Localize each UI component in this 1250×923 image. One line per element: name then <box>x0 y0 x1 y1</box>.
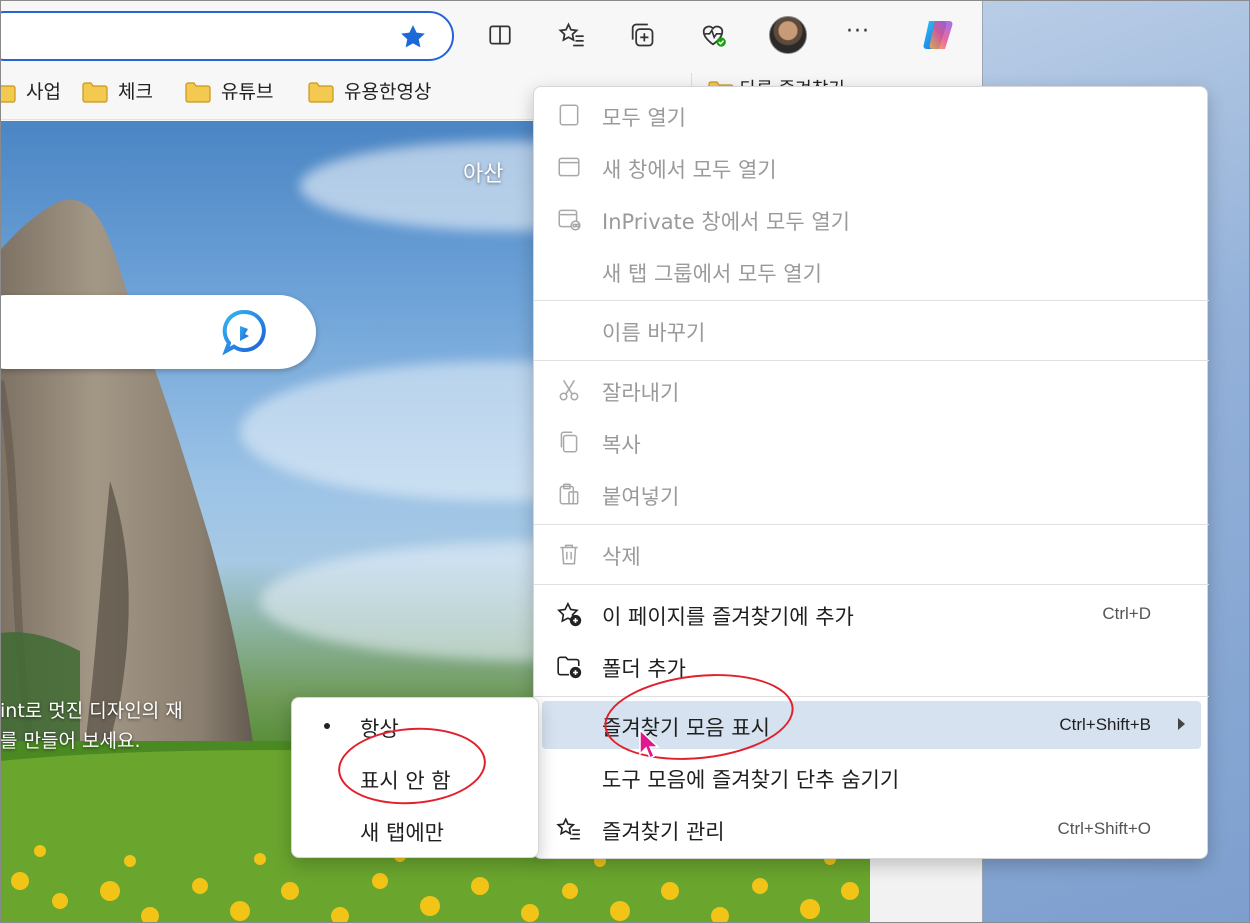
collections-icon[interactable] <box>622 15 662 55</box>
menu-copy[interactable]: 복사 <box>534 417 1209 467</box>
more-icon[interactable]: ··· <box>846 19 870 44</box>
menu-shortcut: Ctrl+Shift+B <box>1059 715 1151 734</box>
menu-item-label: 붙여넣기 <box>602 485 680 509</box>
folder-icon <box>82 81 108 103</box>
menu-rename[interactable]: 이름 바꾸기 <box>534 305 1209 355</box>
folder-icon <box>0 81 16 103</box>
menu-item-label: 이 페이지를 즐겨찾기에 추가 <box>602 605 854 629</box>
favorite-folder-label: 유용한영상 <box>344 81 432 103</box>
menu-item-label: 새 창에서 모두 열기 <box>602 158 777 182</box>
menu-paste[interactable]: 붙여넣기 <box>534 469 1209 519</box>
menu-shortcut: Ctrl+D <box>1102 604 1151 623</box>
menu-separator <box>534 360 1209 361</box>
address-bar[interactable] <box>0 11 454 61</box>
copilot-icon[interactable] <box>917 13 961 57</box>
favorite-folder-business[interactable]: 사업 <box>0 77 61 104</box>
submenu-new-tab-only[interactable]: 새 탭에만 <box>292 805 540 855</box>
bing-search-box[interactable] <box>0 295 316 369</box>
weather-location[interactable]: 아산 <box>463 156 503 188</box>
menu-item-label: 도구 모음에 즐겨찾기 단추 숨기기 <box>602 768 900 792</box>
menu-item-label: 즐겨찾기 관리 <box>602 820 725 844</box>
favorite-folder-label: 사업 <box>26 81 61 103</box>
page-icon <box>556 102 582 128</box>
favorite-star-icon[interactable] <box>398 22 432 52</box>
menu-delete[interactable]: 삭제 <box>534 529 1209 579</box>
copy-icon <box>556 429 582 455</box>
menu-add-folder[interactable]: 폴더 추가 <box>534 641 1209 691</box>
browser-toolbar: ··· <box>0 0 982 70</box>
add-folder-icon <box>556 653 582 679</box>
favorite-folder-useful-videos[interactable]: 유용한영상 <box>308 77 431 104</box>
favorite-folder-label: 유튜브 <box>221 81 274 103</box>
menu-item-label: 삭제 <box>602 545 641 569</box>
menu-item-label: 이름 바꾸기 <box>602 321 706 345</box>
menu-item-label: InPrivate 창에서 모두 열기 <box>602 210 850 234</box>
promo-text[interactable]: int로 멋진 디자인의 재 를 만들어 보세요. <box>0 696 183 756</box>
menu-open-all[interactable]: 모두 열기 <box>534 90 1209 140</box>
window-icon <box>556 154 582 180</box>
trash-icon <box>556 541 582 567</box>
menu-separator <box>534 300 1209 301</box>
submenu-item-label: 새 탭에만 <box>360 821 444 845</box>
favorite-folder-youtube[interactable]: 유튜브 <box>185 77 273 104</box>
menu-item-label: 복사 <box>602 433 641 457</box>
chevron-right-icon <box>1178 718 1185 730</box>
menu-cut[interactable]: 잘라내기 <box>534 365 1209 415</box>
menu-open-all-new-window[interactable]: 새 창에서 모두 열기 <box>534 142 1209 192</box>
folder-icon <box>185 81 211 103</box>
mouse-cursor-icon <box>639 728 660 760</box>
promo-line: 를 만들어 보세요. <box>0 730 141 752</box>
menu-separator <box>534 584 1209 585</box>
menu-open-all-inprivate[interactable]: InPrivate 창에서 모두 열기 <box>534 194 1209 244</box>
selected-dot-icon <box>324 723 330 729</box>
menu-item-label: 새 탭 그룹에서 모두 열기 <box>602 262 822 286</box>
menu-hide-favorites-button[interactable]: 도구 모음에 즐겨찾기 단추 숨기기 <box>534 752 1209 802</box>
menu-open-all-tab-group[interactable]: 새 탭 그룹에서 모두 열기 <box>534 246 1209 296</box>
menu-manage-favorites[interactable]: 즐겨찾기 관리 Ctrl+Shift+O <box>534 804 1209 854</box>
menu-shortcut: Ctrl+Shift+O <box>1057 819 1151 838</box>
favorite-folder-check[interactable]: 체크 <box>82 77 153 104</box>
profile-avatar[interactable] <box>769 16 807 54</box>
split-screen-icon[interactable] <box>480 15 520 55</box>
manage-favorites-icon <box>556 816 582 842</box>
menu-separator <box>534 524 1209 525</box>
menu-add-page-to-favorites[interactable]: 이 페이지를 즐겨찾기에 추가 Ctrl+D <box>534 589 1209 639</box>
folder-icon <box>308 81 334 103</box>
paste-icon <box>556 481 582 507</box>
promo-line: int로 멋진 디자인의 재 <box>0 700 183 722</box>
inprivate-window-icon <box>556 206 582 232</box>
favorite-folder-label: 체크 <box>118 81 153 103</box>
menu-item-label: 모두 열기 <box>602 106 686 130</box>
scissors-icon <box>556 377 582 403</box>
bing-chat-icon[interactable] <box>220 307 270 357</box>
menu-item-label: 잘라내기 <box>602 381 680 405</box>
add-favorite-icon <box>556 601 582 627</box>
browser-essentials-icon[interactable] <box>693 15 733 55</box>
favorites-icon[interactable] <box>552 15 592 55</box>
